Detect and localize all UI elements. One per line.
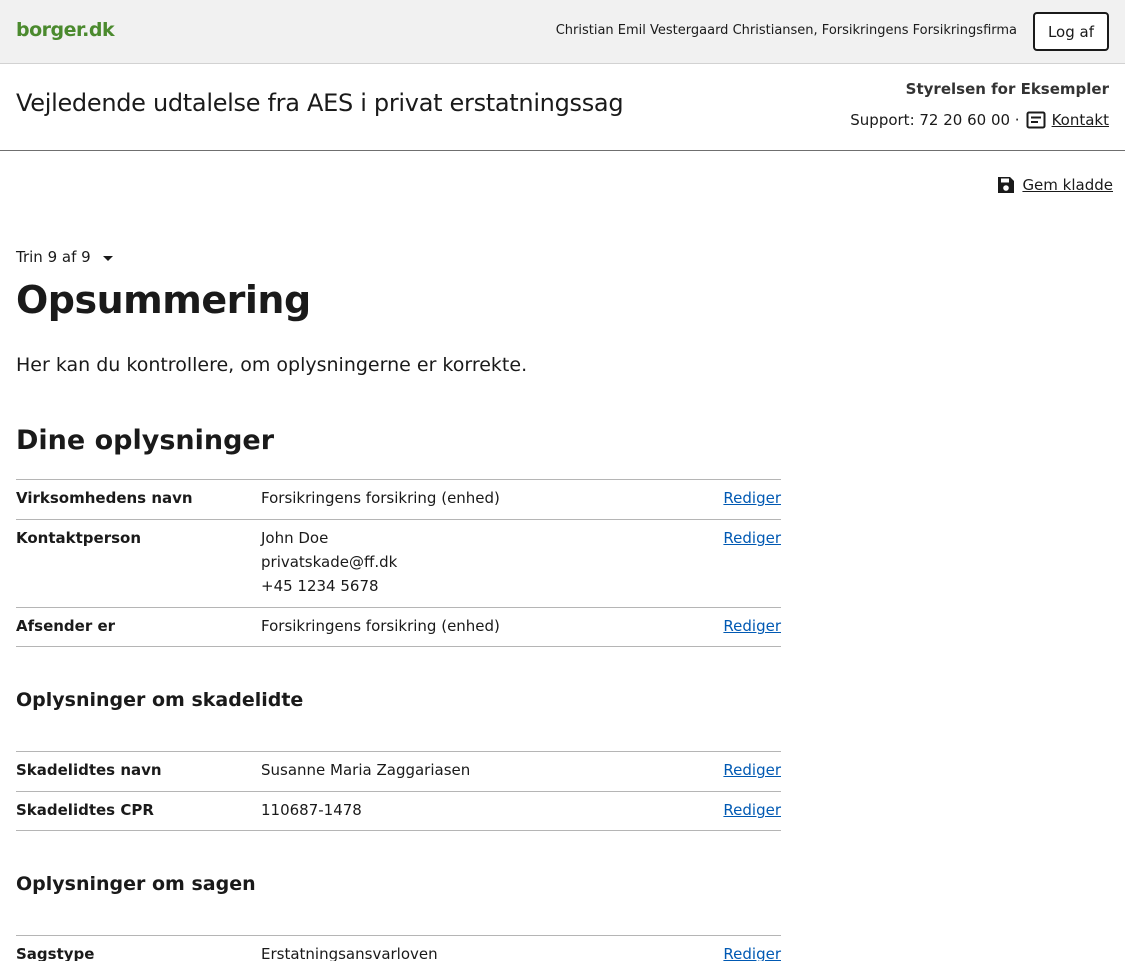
row-value-phone: +45 1234 5678 [261,577,379,595]
row-value: Susanne Maria Zaggariasen [261,761,471,779]
save-draft-button[interactable]: Gem kladde [996,175,1113,195]
table-row: Skadelidtes navn Susanne Maria Zaggarias… [16,751,781,791]
row-label: Sagstype [16,945,95,961]
section-heading-sagen: Oplysninger om sagen [16,873,256,895]
table-row: Afsender er Forsikringens forsikring (en… [16,607,781,647]
row-value: 110687-1478 [261,801,362,819]
summary-table-skadelidte: Skadelidtes navn Susanne Maria Zaggarias… [16,751,781,831]
row-value: Forsikringens forsikring (enhed) [261,617,500,635]
section-heading-skadelidte: Oplysninger om skadelidte [16,689,304,711]
summary-table-sagen: Sagstype Erstatningsansvarloven Rediger [16,935,781,961]
page-title: Vejledende udtalelse fra AES i privat er… [16,89,624,117]
row-value: Forsikringens forsikring (enhed) [261,489,500,507]
row-value-email: privatskade@ff.dk [261,553,398,571]
edit-link[interactable]: Rediger [723,529,781,547]
table-row: Sagstype Erstatningsansvarloven Rediger [16,935,781,961]
row-label: Skadelidtes navn [16,761,162,779]
summary-table-dine-oplysninger: Virksomhedens navn Forsikringens forsikr… [16,479,781,647]
caret-down-icon [102,255,113,261]
logged-in-user: Christian Emil Vestergaard Christiansen,… [555,23,1017,38]
edit-link[interactable]: Rediger [723,489,781,507]
row-value: John Doe [261,529,329,547]
support-info: Support: 72 20 60 00 · Kontakt [850,111,1109,129]
row-label: Kontaktperson [16,529,142,547]
section-heading-dine-oplysninger: Dine oplysninger [16,425,275,456]
edit-link[interactable]: Rediger [723,801,781,819]
logout-button[interactable]: Log af [1033,12,1109,51]
step-label: Trin 9 af 9 [16,248,91,266]
intro-text: Her kan du kontrollere, om oplysningerne… [16,354,528,376]
edit-link[interactable]: Rediger [723,617,781,635]
table-row: Skadelidtes CPR 110687-1478 Rediger [16,791,781,831]
row-value: Erstatningsansvarloven [261,945,438,961]
table-row: Virksomhedens navn Forsikringens forsikr… [16,479,781,519]
row-label: Virksomhedens navn [16,489,193,507]
top-bar: borger.dk Christian Emil Vestergaard Chr… [0,0,1125,64]
page-header: Vejledende udtalelse fra AES i privat er… [0,64,1125,151]
row-label: Skadelidtes CPR [16,801,154,819]
row-label: Afsender er [16,617,116,635]
save-draft-label: Gem kladde [1022,176,1113,194]
save-icon [998,177,1015,193]
step-dropdown[interactable]: Trin 9 af 9 [16,248,113,266]
table-row: Kontaktperson John Doe privatskade@ff.dk… [16,519,781,607]
message-icon [1026,111,1046,129]
authority-name: Styrelsen for Eksempler [905,80,1109,98]
main-heading: Opsummering [16,278,311,322]
borger-dk-logo[interactable]: borger.dk [16,19,115,41]
support-phone: Support: 72 20 60 00 · [850,111,1020,129]
edit-link[interactable]: Rediger [723,945,781,961]
edit-link[interactable]: Rediger [723,761,781,779]
contact-link[interactable]: Kontakt [1052,111,1109,129]
